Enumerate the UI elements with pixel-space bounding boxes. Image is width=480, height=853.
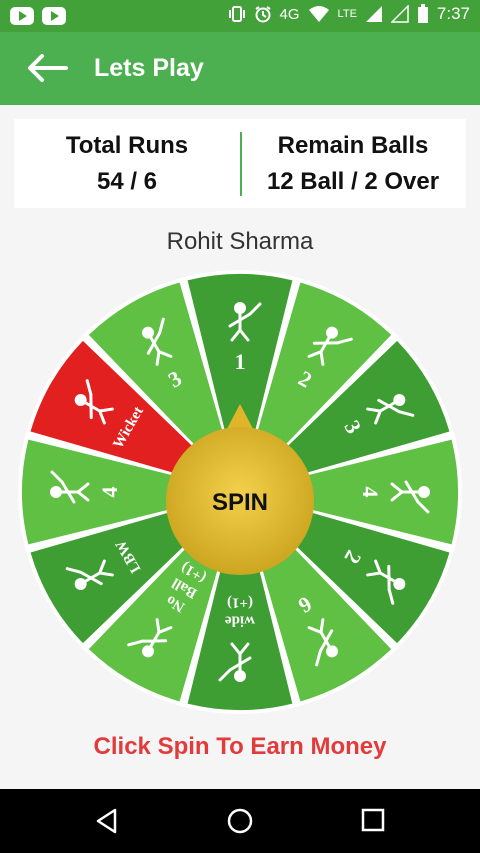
square-recents-icon[interactable] — [360, 807, 386, 833]
segment-label: 4 — [358, 487, 383, 498]
remain-balls-block: Remain Balls 12 Ball / 2 Over — [240, 131, 466, 197]
youtube-icon — [10, 7, 34, 25]
segment-label: (+1) — [227, 595, 253, 611]
network-label: LTE — [337, 8, 357, 20]
total-runs-value: 54 / 6 — [96, 168, 158, 195]
alarm-icon — [254, 6, 271, 23]
earn-money-text: Click Spin To Earn Money — [93, 733, 387, 760]
page-title: Lets Play — [94, 54, 204, 82]
volte-label: 4G — [279, 5, 300, 23]
spin-label[interactable]: SPIN — [212, 489, 268, 516]
signal-icon — [390, 5, 409, 23]
status-time: 7:37 — [436, 4, 470, 23]
triangle-back-icon[interactable] — [94, 807, 120, 835]
spin-wheel[interactable]: 123426wide(+1)NoBall(+1)LBW4Wicket3 SPIN — [0, 260, 480, 720]
app-bar: Lets Play — [0, 32, 480, 105]
total-runs-label: Total Runs — [65, 132, 189, 159]
score-card: Total Runs 54 / 6 Remain Balls 12 Ball /… — [14, 119, 466, 208]
segment-label: 4 — [97, 487, 122, 498]
remain-balls-label: Remain Balls — [277, 132, 429, 159]
youtube-icon — [42, 7, 66, 25]
arrow-left-icon[interactable] — [24, 50, 70, 86]
wifi-icon — [308, 6, 329, 22]
signal-icon — [365, 6, 382, 22]
battery-icon — [417, 4, 428, 23]
nav-bar — [0, 789, 480, 853]
status-bar: 4G LTE 7:37 — [0, 0, 480, 32]
remain-balls-value: 12 Ball / 2 Over — [266, 168, 440, 195]
player-name: Rohit Sharma — [166, 228, 314, 255]
total-runs-block: Total Runs 54 / 6 — [14, 131, 240, 197]
vibrate-icon — [228, 6, 245, 22]
segment-label: wide — [225, 613, 255, 629]
circle-home-icon[interactable] — [226, 807, 254, 835]
volte-4g-icon: 4G — [280, 6, 300, 23]
segment-label: 1 — [235, 349, 246, 374]
